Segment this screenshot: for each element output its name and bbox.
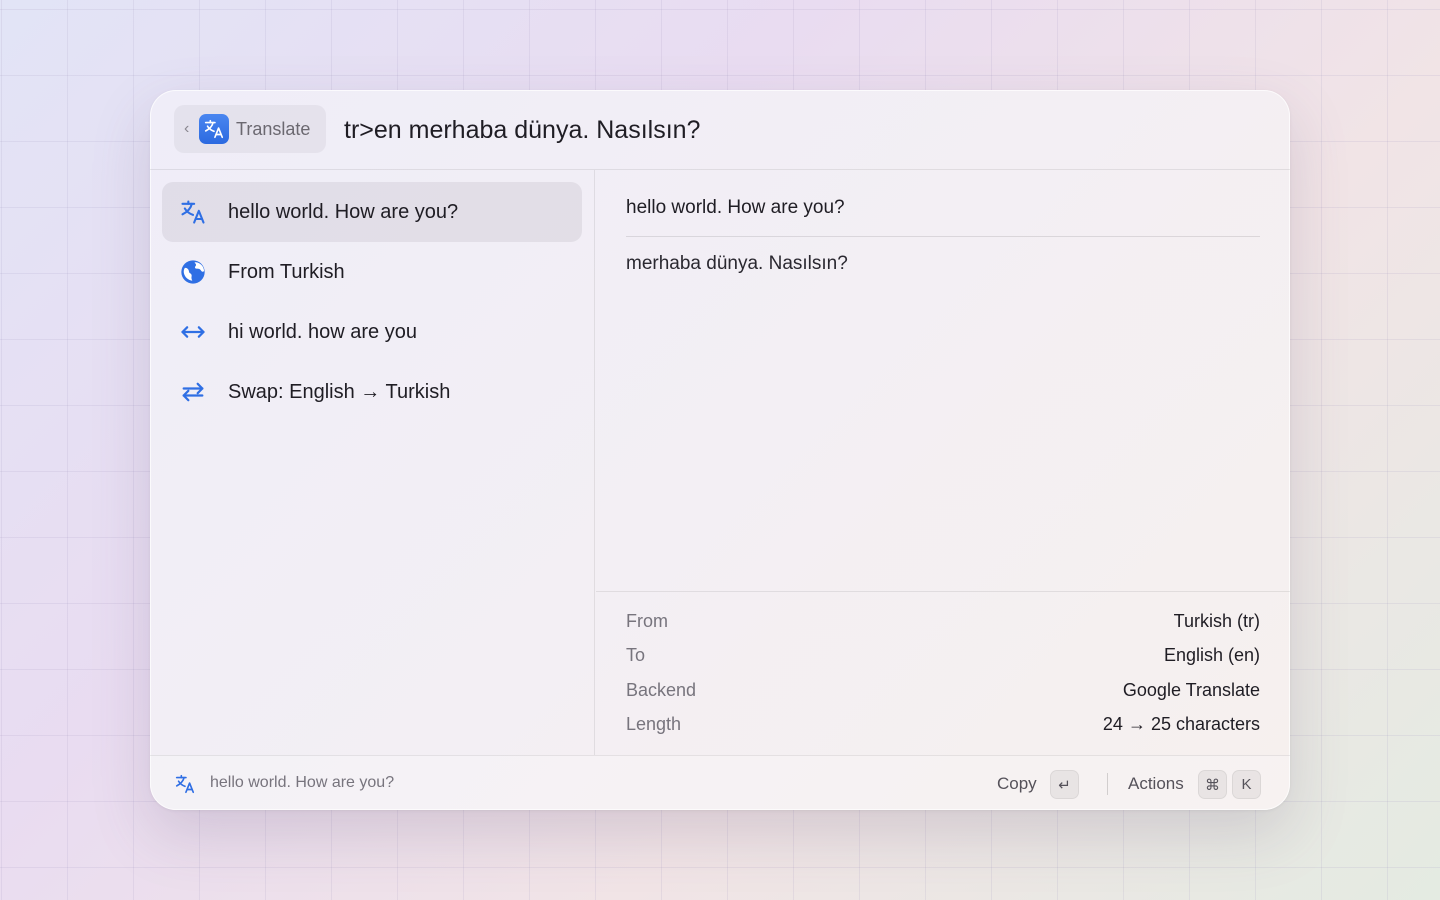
metadata-key: Backend (626, 680, 697, 700)
list-item-translation[interactable]: hello world. How are you? (162, 182, 582, 242)
arrows-horizontal-icon (176, 318, 210, 346)
actions-button[interactable]: Actions (1128, 774, 1184, 794)
chevron-left-icon: ‹ (184, 120, 190, 137)
copy-button[interactable]: Copy (997, 774, 1037, 794)
list-item-swap[interactable]: Swap: English → Turkish (162, 362, 582, 422)
command-key-icon: ⌘ (1198, 770, 1227, 799)
translate-icon (176, 198, 210, 226)
translate-icon (174, 773, 196, 800)
list-item-label: Swap: English → Turkish (228, 380, 451, 403)
list-item-label: hi world. how are you (228, 320, 417, 343)
translate-window: ‹ Translate tr>en merhaba dünya. Nasılsı… (150, 90, 1290, 810)
metadata-key: From (626, 611, 668, 631)
enter-key-icon: ↵ (1050, 770, 1079, 799)
search-input[interactable]: tr>en merhaba dünya. Nasılsın? (344, 114, 700, 146)
k-key-icon: K (1232, 770, 1261, 799)
list-item-label: From Turkish (228, 260, 345, 283)
search-header: ‹ Translate tr>en merhaba dünya. Nasılsı… (150, 90, 1290, 170)
metadata-row-to: To English (en) (626, 645, 1260, 669)
swap-icon (176, 378, 210, 406)
app-label: Translate (236, 118, 311, 139)
metadata-value: Google Translate (1122, 680, 1260, 700)
back-button[interactable]: ‹ Translate (174, 105, 326, 153)
list-item-source-language[interactable]: From Turkish (162, 242, 582, 302)
metadata-row-from: From Turkish (tr) (626, 611, 1260, 635)
results-list: hello world. How are you? From Turkish h… (150, 170, 595, 755)
globe-icon (176, 258, 210, 286)
metadata-value: English (en) (1163, 645, 1260, 665)
translated-text: hello world. How are you? (626, 197, 845, 218)
translate-icon (199, 114, 229, 144)
metadata-key: To (626, 645, 646, 665)
divider (1107, 773, 1108, 795)
metadata-value: Turkish (tr) (1173, 611, 1260, 631)
metadata-row-length: Length 24 → 25 characters (626, 714, 1260, 738)
detail-pane: hello world. How are you? merhaba dünya.… (596, 170, 1290, 755)
original-text: merhaba dünya. Nasılsın? (626, 253, 848, 274)
divider (626, 236, 1260, 237)
metadata-key: Length (626, 714, 682, 734)
selection-text: hello world. How are you? (210, 774, 395, 791)
action-bar: hello world. How are you? Copy ↵ Actions… (150, 755, 1290, 810)
metadata-value: 24 → 25 characters (1102, 714, 1260, 734)
metadata-panel: From Turkish (tr) To English (en) Backen… (596, 591, 1290, 755)
metadata-row-backend: Backend Google Translate (626, 680, 1260, 704)
list-item-label: hello world. How are you? (228, 200, 459, 223)
list-item-alternative[interactable]: hi world. how are you (162, 302, 582, 362)
